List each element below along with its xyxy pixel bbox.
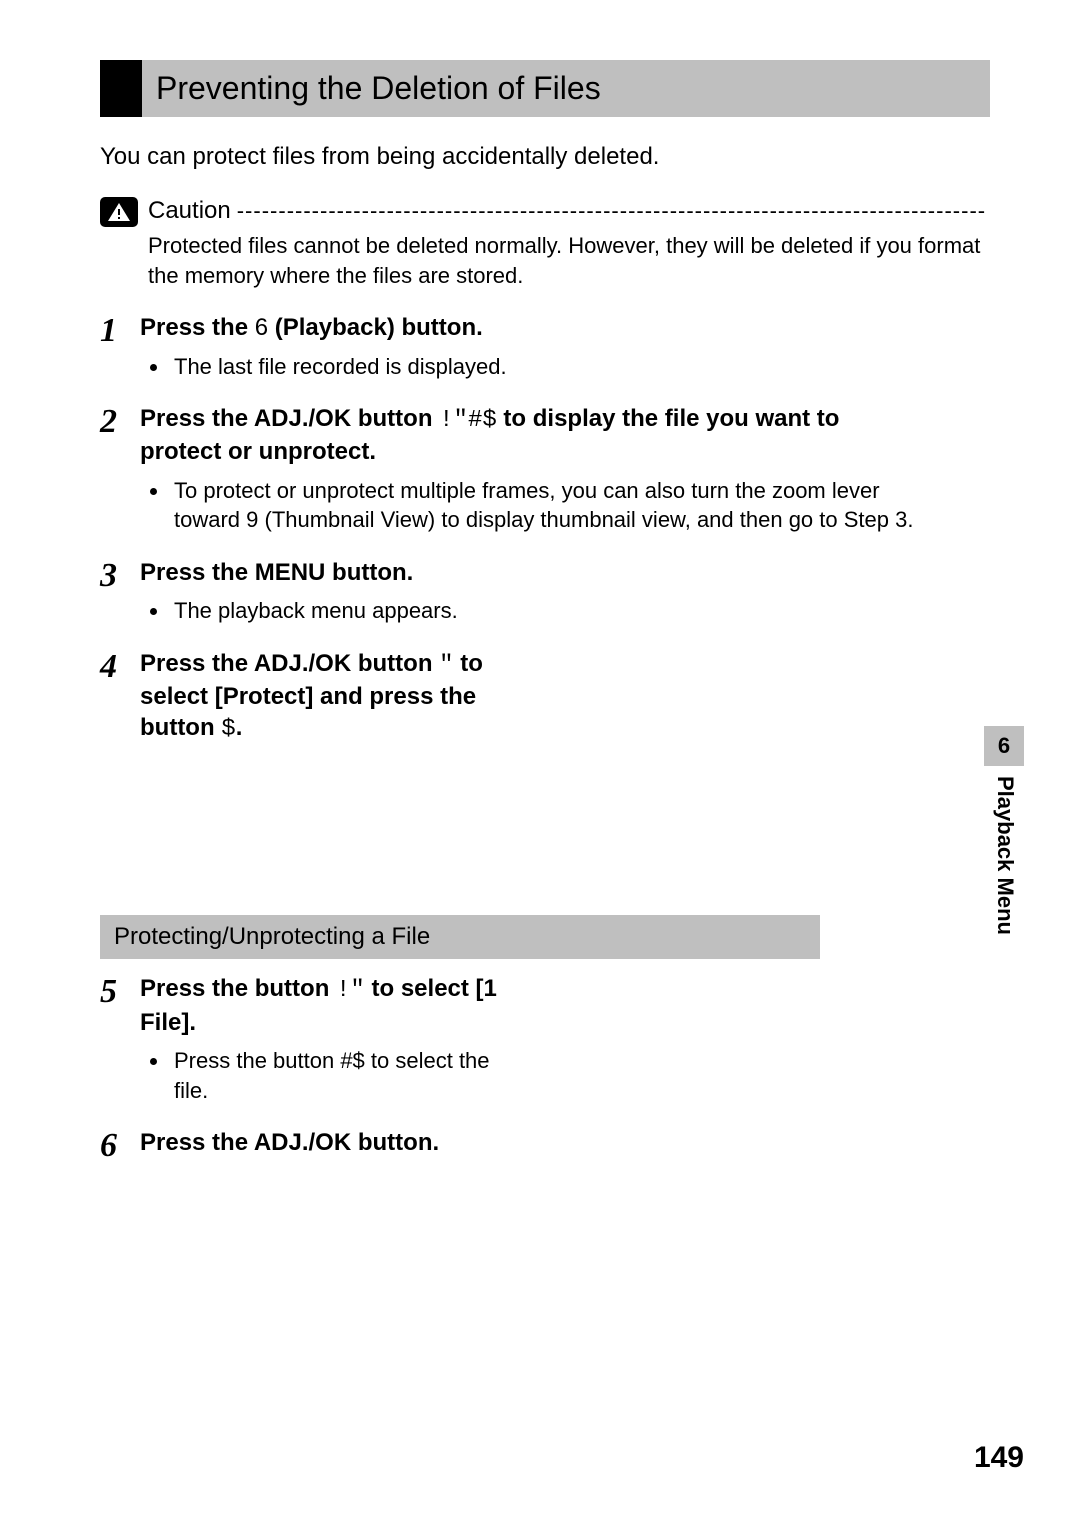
step-bullets: The last file recorded is displayed. xyxy=(140,352,920,382)
caution-block: Caution --------------------------------… xyxy=(100,197,990,290)
side-tab: 6 Playback Menu xyxy=(984,726,1024,935)
step-number: 6 xyxy=(100,1127,140,1163)
side-tab-label: Playback Menu xyxy=(984,774,1018,935)
step-title: Press the 6 (Playback) button. xyxy=(140,312,920,343)
step-bullets: Press the button #$ to select the file. xyxy=(140,1046,520,1105)
step-bullets: To protect or unprotect multiple frames,… xyxy=(140,476,920,535)
steps-list-lower: 5 Press the button !" to select [1 File]… xyxy=(100,973,820,1163)
step-bullets: The playback menu appears. xyxy=(140,596,920,626)
sub-section-title: Protecting/Unprotecting a File xyxy=(100,915,820,959)
caution-label: Caution xyxy=(148,197,237,225)
bullet: Press the button #$ to select the file. xyxy=(170,1046,520,1105)
page-number: 149 xyxy=(974,1441,1024,1475)
step-number: 3 xyxy=(100,557,140,593)
step-4: 4 Press the ADJ./OK button " to select [… xyxy=(100,648,920,746)
step-title: Press the ADJ./OK button. xyxy=(140,1127,820,1158)
manual-page: Preventing the Deletion of Files You can… xyxy=(0,0,1080,1521)
step-number: 5 xyxy=(100,973,140,1009)
step-number: 2 xyxy=(100,403,140,439)
step-title: Press the ADJ./OK button !"#$ to display… xyxy=(140,403,920,467)
bullet: The playback menu appears. xyxy=(170,596,920,626)
intro-text: You can protect files from being acciden… xyxy=(100,143,990,171)
step-number: 4 xyxy=(100,648,140,684)
step-1: 1 Press the 6 (Playback) button. The las… xyxy=(100,312,920,399)
side-tab-number: 6 xyxy=(984,726,1024,766)
caution-body: Protected files cannot be deleted normal… xyxy=(148,231,990,290)
step-title: Press the ADJ./OK button " to select [Pr… xyxy=(140,648,520,746)
bullet: To protect or unprotect multiple frames,… xyxy=(170,476,920,535)
caution-dashes: ----------------------------------------… xyxy=(237,198,986,224)
step-title: Press the MENU button. xyxy=(140,557,920,588)
step-number: 1 xyxy=(100,312,140,348)
bullet: The last file recorded is displayed. xyxy=(170,352,920,382)
step-6: 6 Press the ADJ./OK button. xyxy=(100,1127,820,1163)
step-3: 3 Press the MENU button. The playback me… xyxy=(100,557,920,644)
caution-heading: Caution --------------------------------… xyxy=(148,197,990,225)
section-title: Preventing the Deletion of Files xyxy=(100,60,990,117)
steps-list-upper: 1 Press the 6 (Playback) button. The las… xyxy=(100,312,920,745)
caution-icon xyxy=(100,197,138,227)
step-title: Press the button !" to select [1 File]. xyxy=(140,973,520,1037)
step-5: 5 Press the button !" to select [1 File]… xyxy=(100,973,820,1123)
step-2: 2 Press the ADJ./OK button !"#$ to displ… xyxy=(100,403,920,553)
